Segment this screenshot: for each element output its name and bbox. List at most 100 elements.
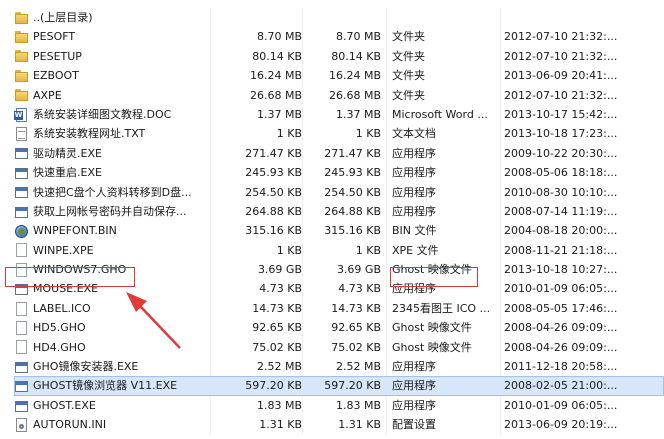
file-size: 80.14 KB: [252, 49, 302, 63]
file-row[interactable]: WINPE.XPE 1 KB 1 KB XPE 文件 2008-11-21 21:18:…: [14, 241, 664, 260]
file-size: 1.37 MB: [256, 107, 302, 121]
file-name: EZBOOT: [33, 69, 79, 83]
file-row[interactable]: EZBOOT 16.24 MB 16.24 MB 文件夹 2013-06-09 20:4…: [14, 66, 664, 85]
file-type: 应用程序: [392, 166, 436, 180]
file-row[interactable]: 系统安装详细图文教程.DOC 1.37 MB 1.37 MB Microsoft Wo…: [14, 105, 664, 124]
file-packed-size: 92.65 KB: [331, 321, 381, 335]
file-name: 快速把C盘个人资料转移到D盘...: [33, 185, 192, 199]
file-size: 1.83 MB: [256, 398, 302, 412]
file-row[interactable]: ..(上层目录): [14, 8, 664, 27]
file-packed-size: 315.16 KB: [324, 224, 381, 238]
file-size: 26.68 MB: [249, 88, 302, 102]
folder-icon: [14, 30, 29, 44]
file-size: 16.24 MB: [249, 69, 302, 83]
file-row[interactable]: 系统安装教程网址.TXT 1 KB 1 KB 文本文档 2013-10-18 17:23…: [14, 124, 664, 143]
file-type: 文件夹: [392, 69, 425, 83]
file-name-cell: WNPEFONT.BIN: [14, 221, 208, 240]
file-type: Microsoft Word ...: [392, 107, 488, 121]
file-row[interactable]: WNPEFONT.BIN 315.16 KB 315.16 KB BIN 文件 2004…: [14, 221, 664, 240]
file-name: AUTORUN.INI: [33, 418, 107, 432]
file-row[interactable]: HD4.GHO 75.02 KB 75.02 KB Ghost 映像文件 2008-04…: [14, 338, 664, 357]
folder-icon: [14, 49, 29, 63]
file-packed-size: 264.88 KB: [324, 204, 381, 218]
file-name: WNPEFONT.BIN: [33, 224, 117, 238]
file-row[interactable]: AUTORUN.INI 1.31 KB 1.31 KB 配置设置 2013-06-09 …: [14, 415, 664, 434]
file-icon: [14, 320, 29, 335]
file-type: 应用程序: [392, 398, 436, 412]
application-icon: [14, 205, 29, 219]
file-icon: [14, 243, 29, 258]
file-row[interactable]: PESETUP 80.14 KB 80.14 KB 文件夹 2012-07-10 21:…: [14, 47, 664, 66]
application-icon: [14, 399, 29, 413]
file-size: 264.88 KB: [245, 204, 302, 218]
file-modified-date: 2010-01-09 06:05:...: [504, 282, 618, 296]
file-packed-size: 254.50 KB: [324, 185, 381, 199]
file-modified-date: 2008-11-21 21:18:...: [504, 243, 618, 257]
file-modified-date: 2012-07-10 21:32:...: [504, 49, 618, 63]
application-icon: [14, 360, 29, 374]
file-modified-date: 2010-08-30 10:10:...: [504, 185, 618, 199]
file-size: 1 KB: [276, 243, 302, 257]
file-row[interactable]: AXPE 26.68 MB 26.68 MB 文件夹 2012-07-10 21:32:…: [14, 86, 664, 105]
file-size: 1.31 KB: [259, 418, 302, 432]
file-row[interactable]: HD5.GHO 92.65 KB 92.65 KB Ghost 映像文件 2008-04…: [14, 318, 664, 337]
file-name-cell: HD4.GHO: [14, 338, 208, 357]
file-name-cell: AUTORUN.INI: [14, 415, 208, 434]
application-icon: [14, 379, 29, 393]
file-size: 92.65 KB: [252, 321, 302, 335]
file-packed-size: 4.73 KB: [338, 282, 381, 296]
folder-icon: [14, 88, 29, 102]
file-modified-date: 2013-10-18 10:27:...: [504, 263, 618, 277]
file-packed-size: 1.31 KB: [338, 418, 381, 432]
folder-icon: [14, 69, 29, 83]
file-name: HD4.GHO: [33, 340, 86, 354]
file-name-cell: 系统安装详细图文教程.DOC: [14, 105, 208, 124]
file-packed-size: 2.52 MB: [335, 360, 381, 374]
file-row[interactable]: GHOST.EXE 1.83 MB 1.83 MB 应用程序 2010-01-09 06…: [14, 396, 664, 415]
file-modified-date: 2012-07-10 21:32:...: [504, 30, 618, 44]
file-type: 配置设置: [392, 418, 436, 432]
file-type: 文件夹: [392, 30, 425, 44]
file-name-cell: PESETUP: [14, 47, 208, 66]
file-modified-date: 2010-01-09 06:05:...: [504, 398, 618, 412]
file-type: 应用程序: [392, 379, 436, 393]
file-row[interactable]: 获取上网帐号密码并自动保存... 264.88 KB 264.88 KB 应用程序 20…: [14, 202, 664, 221]
file-name-cell: PESOFT: [14, 27, 208, 46]
file-row[interactable]: 快速把C盘个人资料转移到D盘... 254.50 KB 254.50 KB 应用程序 2…: [14, 183, 664, 202]
file-type: XPE 文件: [392, 243, 439, 257]
file-size: 14.73 KB: [252, 301, 302, 315]
file-row[interactable]: LABEL.ICO 14.73 KB 14.73 KB 2345看图王 ICO ...…: [14, 299, 664, 318]
file-size: 1 KB: [276, 127, 302, 141]
file-name: ..(上层目录): [33, 11, 93, 24]
file-packed-size: 597.20 KB: [324, 379, 381, 393]
file-name-cell: AXPE: [14, 86, 208, 105]
file-list: ..(上层目录) PESOFT 8.70 MB 8.70 MB 文件夹 2012-07-1…: [14, 8, 664, 435]
file-size: 75.02 KB: [252, 340, 302, 354]
file-row[interactable]: PESOFT 8.70 MB 8.70 MB 文件夹 2012-07-10 21:32:…: [14, 27, 664, 46]
file-modified-date: 2004-08-18 20:00:...: [504, 224, 618, 238]
file-name-cell: EZBOOT: [14, 66, 208, 85]
file-name: WINPE.XPE: [33, 243, 94, 257]
file-packed-size: 1 KB: [355, 243, 381, 257]
file-type: 文件夹: [392, 49, 425, 63]
application-icon: [14, 146, 29, 160]
file-type: 2345看图王 ICO ...: [392, 301, 491, 315]
font-file-icon: [14, 224, 29, 238]
file-packed-size: 26.68 MB: [328, 88, 381, 102]
file-type: 应用程序: [392, 146, 436, 160]
file-row[interactable]: 驱动精灵.EXE 271.47 KB 271.47 KB 应用程序 2009-10-22…: [14, 144, 664, 163]
file-name: PESETUP: [33, 49, 82, 63]
file-modified-date: 2013-10-17 15:42:...: [504, 107, 618, 121]
file-row[interactable]: GHO镜像安装器.EXE 2.52 MB 2.52 MB 应用程序 2011-12-18…: [14, 357, 664, 376]
file-name-cell: ..(上层目录): [14, 8, 208, 27]
file-name-cell: HD5.GHO: [14, 318, 208, 337]
file-size: 245.93 KB: [245, 166, 302, 180]
file-row[interactable]: 快速重启.EXE 245.93 KB 245.93 KB 应用程序 2008-05-06…: [14, 163, 664, 182]
file-name: 系统安装详细图文教程.DOC: [33, 107, 172, 121]
file-packed-size: 75.02 KB: [331, 340, 381, 354]
file-name: AXPE: [33, 88, 62, 102]
file-row[interactable]: GHOST镜像浏览器 V11.EXE 597.20 KB 597.20 KB 应用程序…: [14, 376, 664, 397]
file-name: HD5.GHO: [33, 321, 86, 335]
file-type: Ghost 映像文件: [392, 340, 472, 354]
file-size: 4.73 KB: [259, 282, 302, 296]
